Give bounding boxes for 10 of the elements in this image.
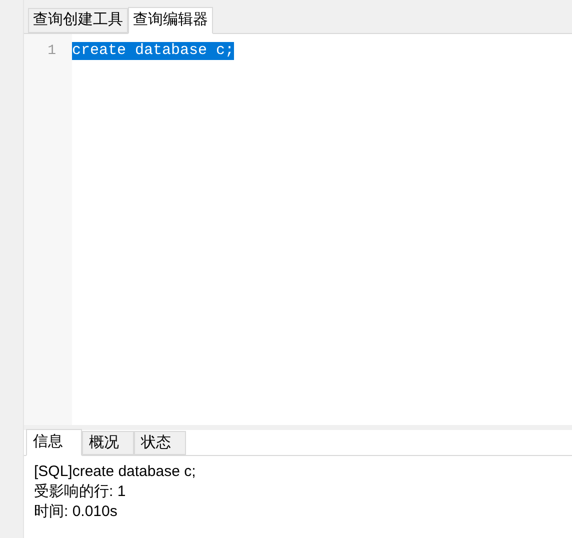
tab[interactable]: 概况 [82,431,134,455]
tab[interactable]: 状态 [134,431,186,455]
tab[interactable]: 信息 [26,429,82,456]
message-text: 时间: 0.010s [34,502,118,522]
message-text: [SQL]create database c; [34,462,196,482]
message-text: 受影响的行: 1 [34,482,126,502]
tab[interactable]: 查询创建工具 [28,8,128,33]
line-number: 1 [48,42,56,60]
code-editor[interactable]: 1 create database c; [24,34,572,425]
tab[interactable]: 查询编辑器 [128,7,213,34]
